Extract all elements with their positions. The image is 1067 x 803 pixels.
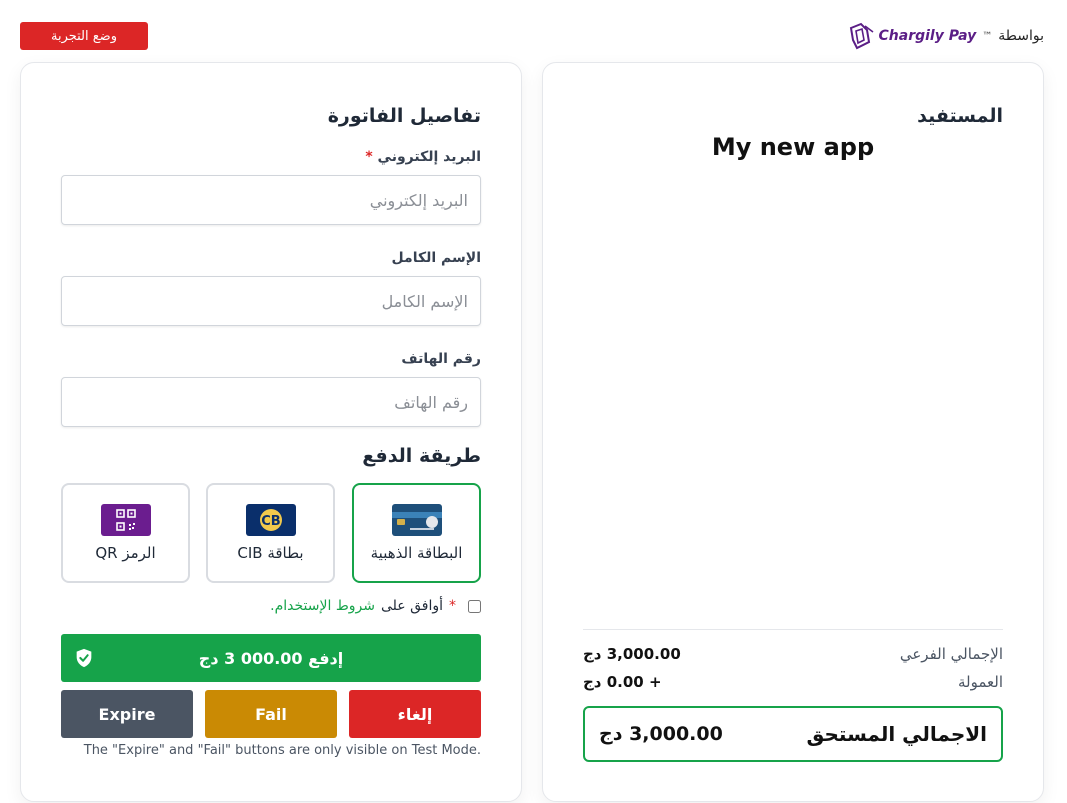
fee-row: + 0.00 دج العمولة: [583, 671, 1003, 693]
brand-name: Chargily Pay: [878, 28, 977, 44]
test-mode-note: The "Expire" and "Fail" buttons are only…: [83, 743, 481, 758]
billing-card: تفاصيل الفاتورة البريد إلكتروني * الإسم …: [20, 62, 522, 802]
test-mode-badge: وضع التجربة: [20, 22, 148, 50]
method-qr[interactable]: الرمز QR: [61, 483, 190, 583]
merchant-title: المستفيد: [917, 105, 1003, 127]
summary-divider: [583, 629, 1003, 630]
phone-field[interactable]: [61, 377, 481, 427]
email-label-text: البريد إلكتروني: [377, 149, 481, 165]
chargily-logo: Chargily Pay ™: [847, 22, 993, 50]
powered-by-brand: Chargily Pay ™ بواسطة: [847, 20, 1044, 52]
app-name: My new app: [711, 133, 875, 161]
cib-card-icon: CB: [245, 504, 296, 536]
total-due-label: الاجمالي المستحق: [806, 722, 987, 746]
subtotal-value: 3,000.00 دج: [583, 645, 681, 663]
terms-link[interactable]: شروط الإستخدام.: [270, 598, 375, 614]
terms-agreement: * أوافق على شروط الإستخدام.: [270, 595, 481, 617]
fee-value: + 0.00 دج: [583, 673, 662, 691]
terms-required-mark: *: [449, 598, 456, 614]
svg-text:CB: CB: [261, 514, 280, 529]
email-label: البريد إلكتروني *: [365, 149, 481, 165]
cancel-button[interactable]: إلغاء: [349, 690, 481, 738]
full-name-field[interactable]: [61, 276, 481, 326]
method-qr-label: الرمز QR: [95, 544, 156, 562]
fee-label: العمولة: [957, 673, 1003, 691]
summary-card: المستفيد My new app 3,000.00 دج الإجمالي…: [542, 62, 1044, 802]
method-cib-label: بطاقة CIB: [237, 544, 304, 562]
powered-by-label: بواسطة: [998, 28, 1044, 44]
payment-method-title: طريقة الدفع: [362, 445, 481, 467]
total-due-value: 3,000.00 دج: [599, 723, 723, 745]
fail-button[interactable]: Fail: [205, 690, 337, 738]
method-edahabia[interactable]: البطاقة الذهبية: [352, 483, 481, 583]
pay-button[interactable]: إدفع 000.00 3 دج: [61, 634, 481, 682]
edahabia-card-icon: [391, 504, 442, 536]
method-edahabia-label: البطاقة الذهبية: [370, 544, 463, 562]
billing-title: تفاصيل الفاتورة: [327, 105, 481, 127]
email-required-mark: *: [365, 149, 373, 165]
email-field[interactable]: [61, 175, 481, 225]
phone-label: رقم الهاتف: [401, 351, 481, 367]
terms-prefix: أوافق على: [380, 598, 443, 614]
full-name-label: الإسم الكامل: [391, 250, 481, 266]
shield-check-icon: [76, 648, 92, 668]
method-cib[interactable]: CB بطاقة CIB: [206, 483, 335, 583]
qr-code-icon: [100, 504, 151, 536]
subtotal-label: الإجمالي الفرعي: [899, 645, 1003, 663]
subtotal-row: 3,000.00 دج الإجمالي الفرعي: [583, 643, 1003, 665]
top-bar: وضع التجربة Chargily Pay ™ بواسطة: [0, 0, 1067, 62]
terms-checkbox[interactable]: [468, 599, 481, 613]
chargily-logo-icon: [849, 22, 873, 50]
pay-button-label: إدفع 000.00 3 دج: [198, 648, 344, 668]
expire-button[interactable]: Expire: [61, 690, 193, 738]
brand-trademark: ™: [982, 30, 993, 42]
total-due-box: 3,000.00 دج الاجمالي المستحق: [583, 706, 1003, 762]
